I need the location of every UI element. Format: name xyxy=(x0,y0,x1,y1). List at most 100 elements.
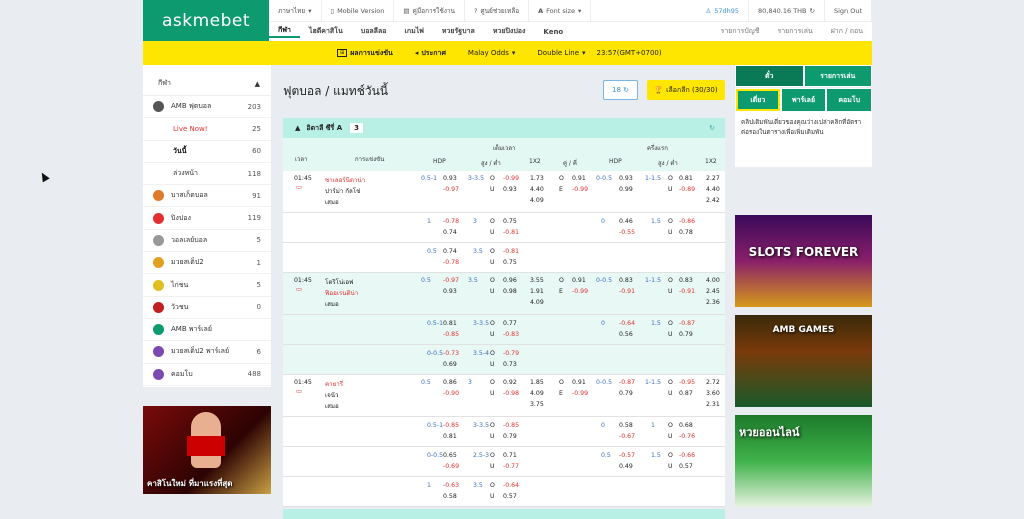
nav-sport[interactable]: กีฬา xyxy=(269,25,300,38)
odds-value[interactable]: -0.55 xyxy=(619,229,635,236)
nav-lottery[interactable]: หวยรัฐบาล xyxy=(433,26,484,37)
odds-value[interactable]: 0.58 xyxy=(619,422,633,429)
odds-value[interactable]: -0.99 xyxy=(572,186,588,193)
odds-value[interactable]: 0.92 xyxy=(503,379,517,386)
odds-value[interactable]: -0.91 xyxy=(619,288,635,295)
odds-value[interactable]: -0.63 xyxy=(443,482,459,489)
odds-value[interactable]: 0.77 xyxy=(503,320,517,327)
odds-value[interactable]: 0.99 xyxy=(619,186,633,193)
tv-icon[interactable]: ▭ xyxy=(296,388,302,395)
odds-value[interactable]: -0.85 xyxy=(503,422,519,429)
line-select[interactable]: Double Line ▾ xyxy=(526,49,596,57)
odds-value[interactable]: 0.74 xyxy=(443,248,457,255)
manual-link[interactable]: ▤ คู่มือการใช้งาน xyxy=(394,0,465,21)
odds-value[interactable]: -0.81 xyxy=(503,229,519,236)
tab-parlay[interactable]: พาร์เลย์ xyxy=(780,88,827,112)
odds-value[interactable]: 0.74 xyxy=(443,229,457,236)
tab-bet-list[interactable]: รายการเล่น xyxy=(803,65,872,87)
help-link[interactable]: ? ศูนย์ช่วยเหลือ xyxy=(465,0,530,21)
amb-games-banner[interactable]: AMB GAMES xyxy=(735,315,872,407)
nav-cards[interactable]: เกมไพ่ xyxy=(395,26,432,37)
lottery-banner[interactable]: หวยออนไลน์ xyxy=(735,415,872,507)
nav-pingpong-lottery[interactable]: หวยปิงปอง xyxy=(484,26,535,37)
odds-value[interactable]: -0.79 xyxy=(503,350,519,357)
odds-value[interactable]: 1.85 xyxy=(530,379,544,386)
odds-value[interactable]: 0.46 xyxy=(619,218,633,225)
odds-value[interactable]: 4.40 xyxy=(530,186,544,193)
odds-value[interactable]: 4.09 xyxy=(530,197,544,204)
odds-value[interactable]: 4.00 xyxy=(706,277,720,284)
sidebar-item[interactable]: ล่วงหน้า 118 xyxy=(143,163,271,186)
odds-value[interactable]: 0.86 xyxy=(443,379,457,386)
odds-value[interactable]: 3.75 xyxy=(530,401,544,408)
league-header-next[interactable] xyxy=(283,509,725,519)
font-size-select[interactable]: A Font size ▾ xyxy=(529,0,592,21)
odds-value[interactable]: -0.78 xyxy=(443,218,459,225)
odds-value[interactable]: -0.89 xyxy=(679,186,695,193)
sidebar-item[interactable]: ปิงปอง 119 xyxy=(143,207,271,230)
odds-value[interactable]: 0.91 xyxy=(572,175,586,182)
odds-value[interactable]: 0.93 xyxy=(443,175,457,182)
nav-keno[interactable]: Keno xyxy=(534,28,572,36)
odds-value[interactable]: -0.85 xyxy=(443,422,459,429)
sidebar-item[interactable]: มวยสเต็ป2 1 xyxy=(143,252,271,275)
odds-value[interactable]: 0.91 xyxy=(572,277,586,284)
odds-type-select[interactable]: Malay Odds ▾ xyxy=(457,49,527,57)
odds-value[interactable]: -0.95 xyxy=(679,379,695,386)
odds-value[interactable]: 2.36 xyxy=(706,299,720,306)
nav-ball[interactable]: บอลลีลอ xyxy=(352,26,396,37)
announce-link[interactable]: ◂ ประกาศ xyxy=(404,48,457,59)
odds-value[interactable]: 3.55 xyxy=(530,277,544,284)
odds-value[interactable]: 0.93 xyxy=(503,186,517,193)
sidebar-item[interactable]: Live Now! 25 xyxy=(143,118,271,141)
sidebar-item[interactable]: คอมโบ 488 xyxy=(143,364,271,386)
choose-league-button[interactable]: 🏆 เลือกลีก (30/30) xyxy=(647,80,725,100)
odds-value[interactable]: -0.81 xyxy=(503,248,519,255)
sidebar-item[interactable]: วันนี้ 60 xyxy=(143,141,271,163)
odds-value[interactable]: 1.91 xyxy=(530,288,544,295)
odds-value[interactable]: -0.69 xyxy=(443,463,459,470)
odds-value[interactable]: 0.81 xyxy=(443,320,457,327)
odds-value[interactable]: 0.93 xyxy=(443,288,457,295)
odds-value[interactable]: -0.91 xyxy=(679,288,695,295)
odds-value[interactable]: 0.75 xyxy=(503,259,517,266)
odds-value[interactable]: -0.83 xyxy=(503,331,519,338)
odds-value[interactable]: 0.65 xyxy=(443,452,457,459)
user-info[interactable]: ♙ 57dh95 xyxy=(696,0,750,21)
nav-bets[interactable]: รายการเล่น xyxy=(768,26,821,37)
odds-value[interactable]: -0.73 xyxy=(443,350,459,357)
odds-value[interactable]: -0.86 xyxy=(679,218,695,225)
tv-icon[interactable]: ▭ xyxy=(296,286,302,293)
odds-value[interactable]: -0.77 xyxy=(503,463,519,470)
odds-value[interactable]: -0.57 xyxy=(619,452,635,459)
tv-icon[interactable]: ▭ xyxy=(296,184,302,191)
odds-value[interactable]: 3.60 xyxy=(706,390,720,397)
odds-value[interactable]: 0.91 xyxy=(572,379,586,386)
sidebar-item[interactable]: ไก่ชน 5 xyxy=(143,274,271,297)
tab-combo[interactable]: คอมโบ xyxy=(826,88,873,112)
logo[interactable]: askmebet xyxy=(143,0,269,41)
tab-ticket[interactable]: ตั๋ว xyxy=(735,65,804,87)
refresh-icon[interactable]: ↻ xyxy=(810,7,815,15)
odds-value[interactable]: 4.09 xyxy=(530,299,544,306)
sidebar-item[interactable]: วอลเลย์บอล 5 xyxy=(143,230,271,253)
odds-value[interactable]: 0.69 xyxy=(443,361,457,368)
odds-value[interactable]: 2.72 xyxy=(706,379,720,386)
odds-value[interactable]: 0.57 xyxy=(679,463,693,470)
sidebar-item[interactable]: AMB พาร์เลย์ xyxy=(143,319,271,342)
results-link[interactable]: ⊞ ผลการแข่งขัน xyxy=(326,48,404,59)
odds-value[interactable]: -0.78 xyxy=(443,259,459,266)
odds-value[interactable]: -0.76 xyxy=(679,433,695,440)
odds-value[interactable]: 0.79 xyxy=(619,390,633,397)
odds-value[interactable]: 2.45 xyxy=(706,288,720,295)
refresh-icon[interactable]: ↻ xyxy=(709,124,715,132)
odds-value[interactable]: -0.87 xyxy=(619,379,635,386)
odds-value[interactable]: -0.97 xyxy=(443,186,459,193)
odds-value[interactable]: 0.71 xyxy=(503,452,517,459)
nav-casino[interactable]: ไฮดีคาสิโน xyxy=(300,26,352,37)
odds-value[interactable]: 0.83 xyxy=(619,277,633,284)
slots-forever-banner[interactable]: SLOTS FOREVER xyxy=(735,215,872,307)
odds-value[interactable]: -0.99 xyxy=(572,288,588,295)
odds-value[interactable]: -0.67 xyxy=(619,433,635,440)
odds-value[interactable]: 0.56 xyxy=(619,331,633,338)
